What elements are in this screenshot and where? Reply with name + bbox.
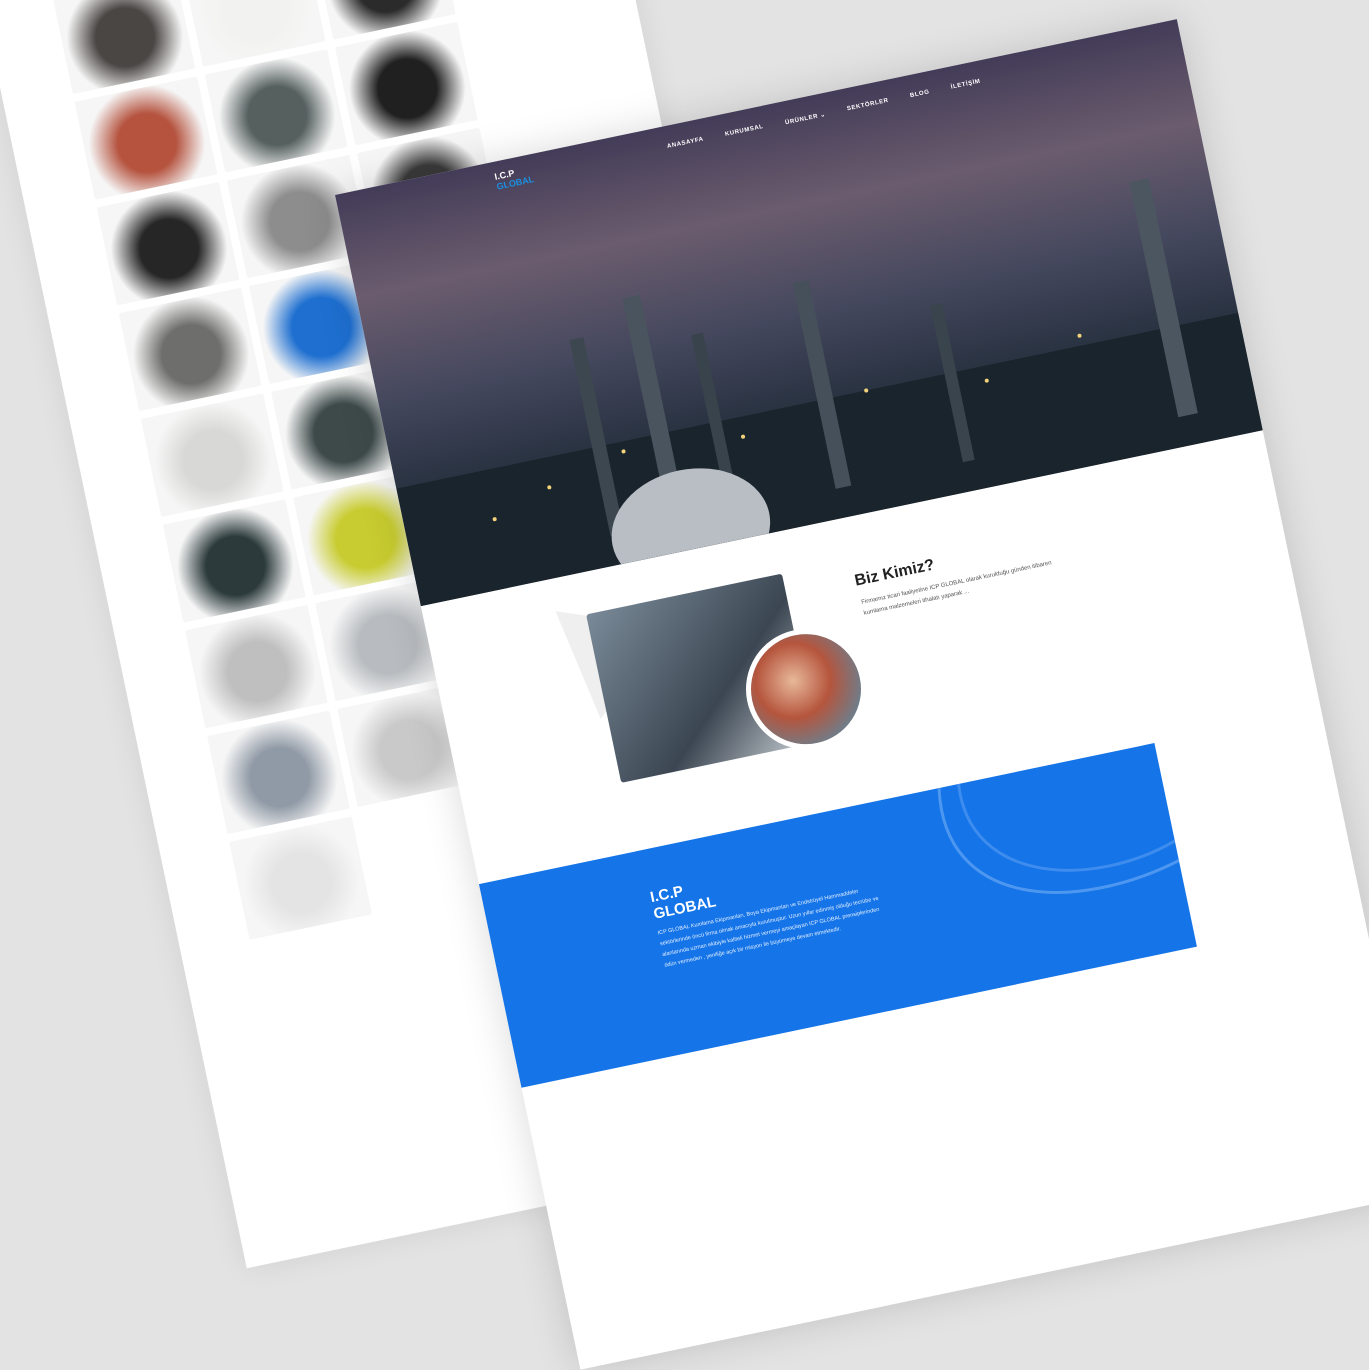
product-image [207, 710, 350, 835]
band-title: I.C.P GLOBAL [649, 877, 718, 923]
product-image [118, 287, 262, 412]
product-image [96, 182, 240, 306]
company-info-band: I.C.P GLOBAL ICP GLOBAL Kumlama Ekipmanla… [478, 743, 1197, 1088]
product-image [204, 49, 348, 173]
product-image [140, 393, 284, 517]
product-image [229, 816, 372, 940]
wave-decoration [937, 783, 1180, 894]
product-image [162, 499, 306, 623]
product-image [334, 21, 478, 146]
refinery-image [396, 178, 1263, 607]
product-image [185, 604, 328, 729]
product-image [74, 76, 218, 200]
